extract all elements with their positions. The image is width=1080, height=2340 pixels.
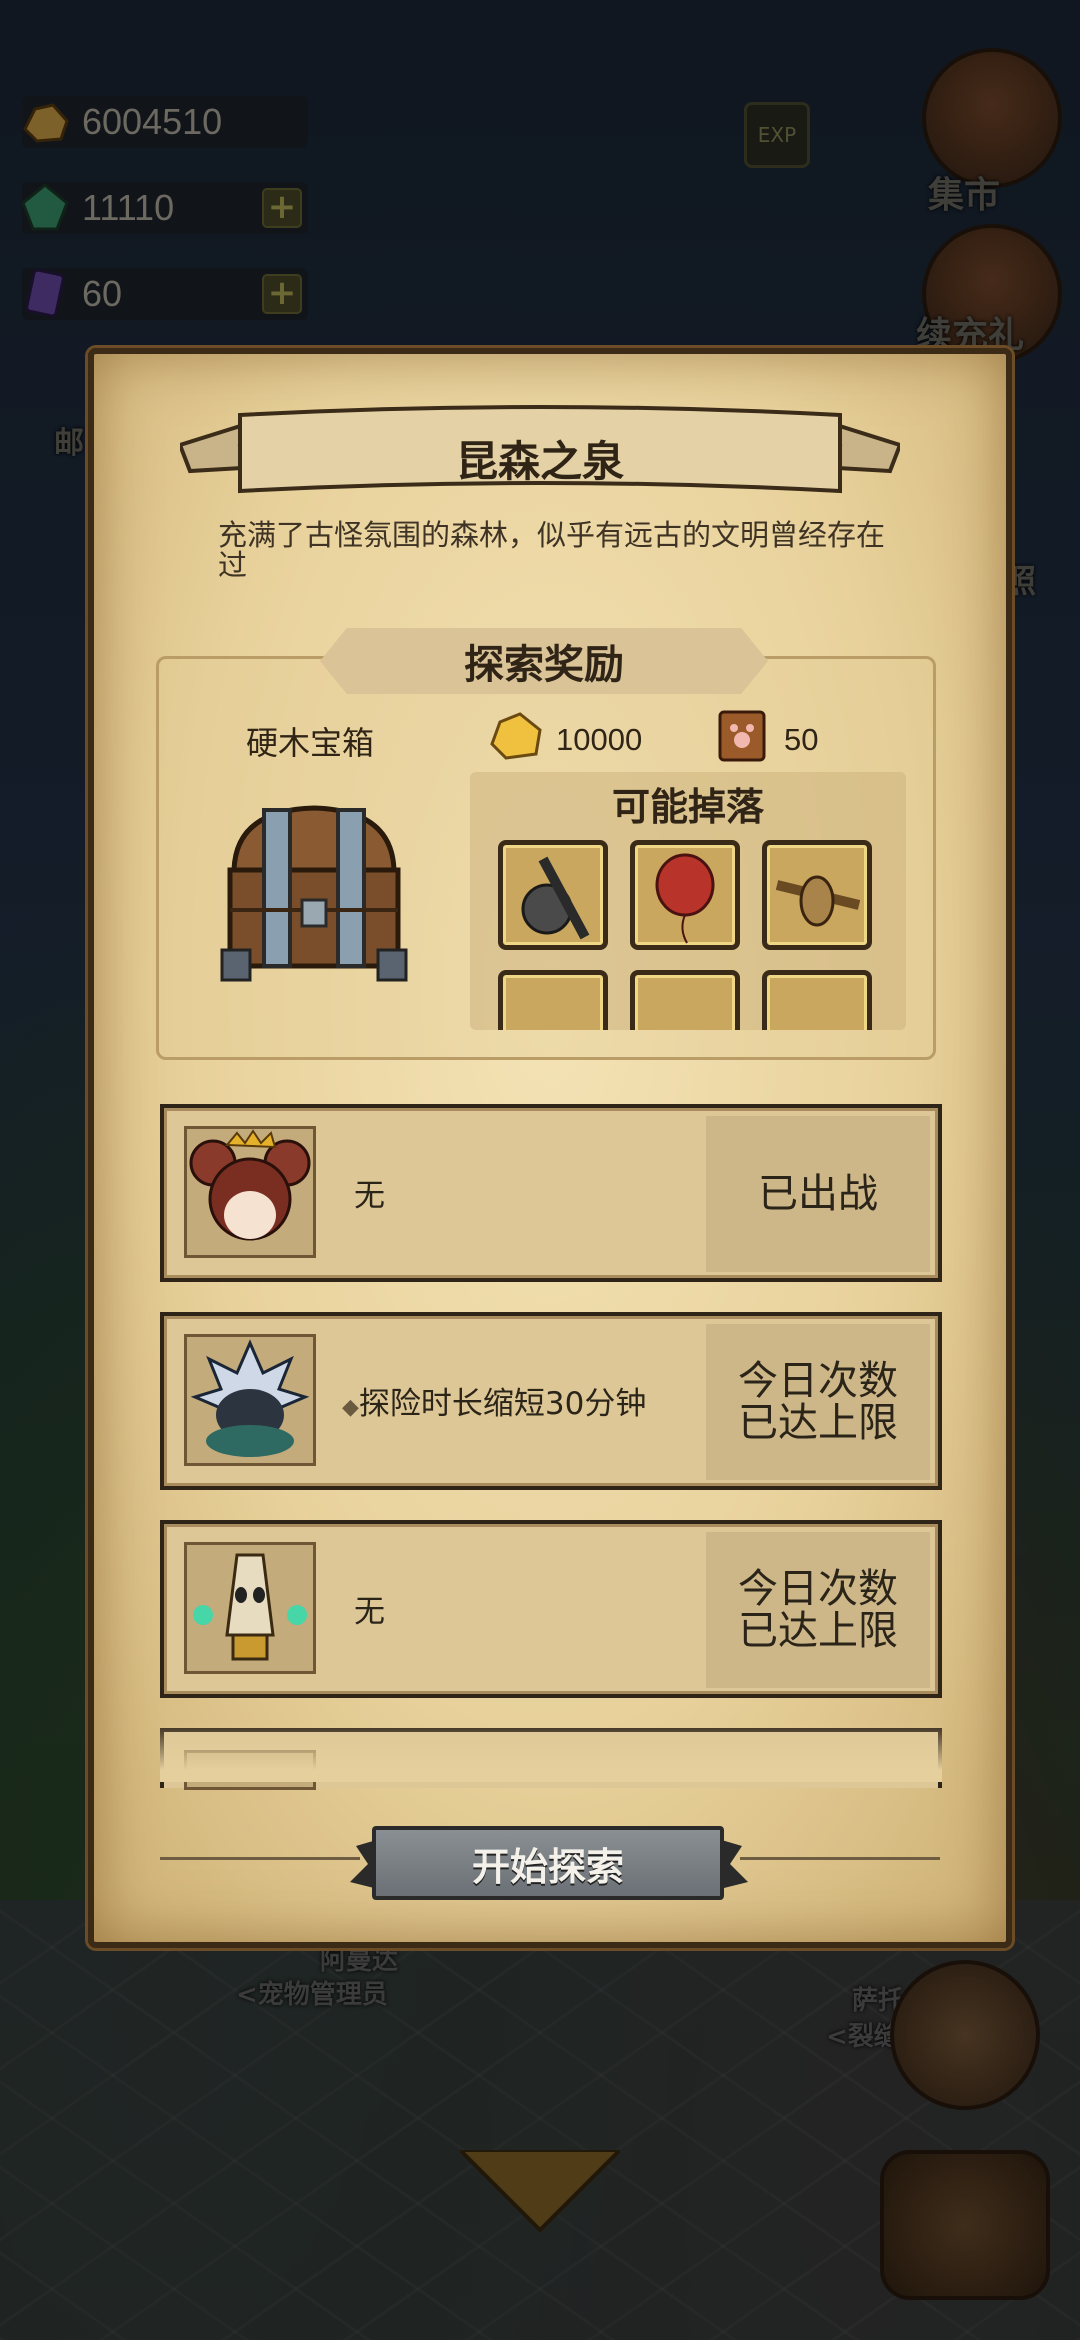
- hero-1-skill: 无: [354, 1178, 385, 1214]
- drop-item-5-icon[interactable]: [630, 970, 740, 1030]
- hero-3-status: 今日次数 已达上限: [706, 1532, 930, 1688]
- panel-description: 充满了古怪氛围的森林，似乎有远古的文明曾经存在过: [218, 518, 886, 582]
- hero-row-3[interactable]: 无 今日次数 已达上限: [160, 1520, 942, 1698]
- hero-2-status: 今日次数 已达上限: [706, 1324, 930, 1480]
- wooden-chest-icon: [220, 805, 408, 982]
- drop-scarecrow-icon[interactable]: [762, 840, 872, 950]
- skill-bullet-icon: ◆: [342, 1395, 359, 1420]
- list-fade: [160, 1722, 942, 1782]
- drop-item-4-icon[interactable]: [498, 970, 608, 1030]
- gold-reward-amount: 10000: [556, 722, 643, 757]
- divider-right: [740, 1857, 940, 1860]
- mouse-girl-portrait-icon: [184, 1126, 316, 1258]
- panel-title: 昆森之泉: [455, 437, 624, 486]
- start-explore-button[interactable]: 开始探索: [372, 1826, 724, 1900]
- reward-header: 探索奖励: [320, 628, 768, 694]
- divider-left: [160, 1857, 360, 1860]
- book-reward-amount: 50: [784, 722, 819, 757]
- hero-row-2[interactable]: ◆探险时长缩短30分钟 今日次数 已达上限: [160, 1312, 942, 1490]
- drops-title: 可能掉落: [611, 785, 764, 829]
- gold-nugget-icon: [490, 712, 542, 760]
- hero-1-status: 已出战: [706, 1116, 930, 1272]
- hero-row-1[interactable]: 无 已出战: [160, 1104, 942, 1282]
- possible-drops: 可能掉落: [470, 772, 906, 1030]
- ghost-mask-portrait-icon: [184, 1542, 316, 1674]
- paw-book-icon: [718, 710, 766, 762]
- drop-red-balloon-icon[interactable]: [630, 840, 740, 950]
- hero-2-skill-text: 探险时长缩短30分钟: [358, 1386, 647, 1422]
- hero-3-skill: 无: [354, 1594, 385, 1630]
- drop-item-6-icon[interactable]: [762, 970, 872, 1030]
- spiky-knight-portrait-icon: [184, 1334, 316, 1466]
- hero-2-skill: ◆探险时长缩短30分钟: [342, 1378, 646, 1423]
- drop-helmet-sword-icon[interactable]: [498, 840, 608, 950]
- chest-name: 硬木宝箱: [246, 724, 375, 762]
